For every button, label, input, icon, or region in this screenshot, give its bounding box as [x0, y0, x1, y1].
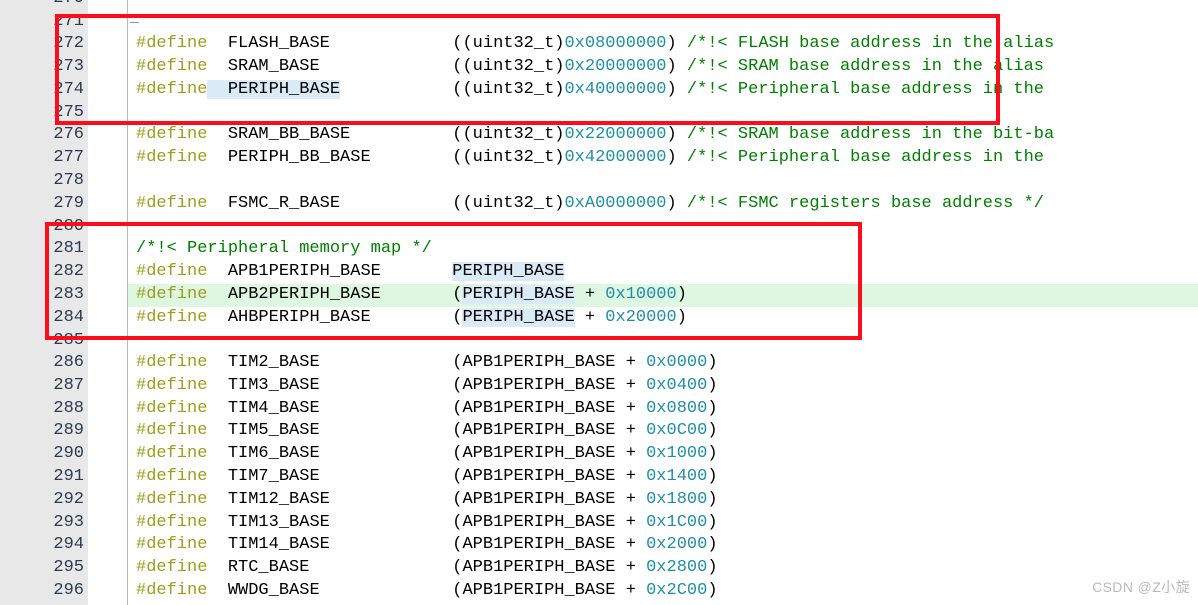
line-number: 287: [53, 376, 84, 395]
line-number: 286: [53, 353, 84, 372]
line-number: 276: [53, 125, 84, 144]
code-editor[interactable]: #define FLASH_BASE ((uint32_t)0x08000000…: [0, 0, 1198, 605]
line-number: 275: [53, 103, 84, 122]
line-numbers: 270271 272 273 274 275 276 277 278 279 280 281 282 2…: [0, 0, 1198, 605]
line-number: 284: [53, 308, 84, 327]
line-number: 289: [53, 421, 84, 440]
line-number: 279: [53, 194, 84, 213]
line-number: 273: [53, 57, 84, 76]
line-number: 278: [53, 171, 84, 190]
line-number: 277: [53, 148, 84, 167]
line-number: 281: [53, 239, 84, 258]
line-number: 280: [53, 217, 84, 236]
watermark: CSDN @Z小旋: [1092, 579, 1190, 596]
line-number: 283: [53, 285, 84, 304]
line-number: 294: [53, 535, 84, 554]
line-number: 295: [53, 558, 84, 577]
line-number: 292: [53, 490, 84, 509]
line-number: 290: [53, 444, 84, 463]
line-number: 288: [53, 399, 84, 418]
line-number: 293: [53, 513, 84, 532]
line-number: 291: [53, 467, 84, 486]
line-number: 285: [53, 331, 84, 350]
line-number: 274: [53, 80, 84, 99]
line-number: 296: [53, 581, 84, 600]
line-number: 270: [0, 0, 84, 11]
code-fold-icon[interactable]: [130, 22, 139, 23]
line-number: 282: [53, 262, 84, 281]
line-number: 272: [53, 34, 84, 53]
line-number: 271: [53, 12, 84, 31]
